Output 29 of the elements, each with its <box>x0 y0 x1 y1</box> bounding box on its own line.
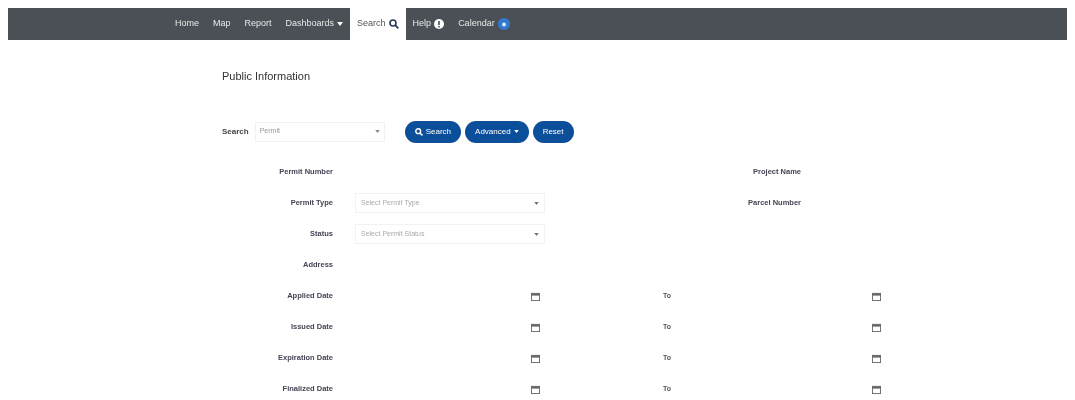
action-button[interactable]: Reset <box>532 120 574 143</box>
calendar-icon[interactable] <box>872 291 882 301</box>
calendar-icon[interactable] <box>872 353 882 363</box>
action-button[interactable]: Advanced <box>465 120 529 143</box>
calendar-icon[interactable] <box>531 322 540 332</box>
calendar-icon[interactable] <box>531 291 540 301</box>
nav-tab[interactable]: Report <box>237 8 279 40</box>
calendar-icon[interactable] <box>872 384 882 394</box>
nav-tab[interactable]: Map <box>206 8 238 40</box>
calendar-icon[interactable] <box>531 384 540 394</box>
calendar-icon[interactable] <box>531 353 540 363</box>
nav-tab[interactable]: Help <box>405 8 452 40</box>
caret-icon <box>513 130 519 133</box>
caret-icon <box>337 22 344 26</box>
help-icon <box>434 19 445 29</box>
caret-icon <box>534 201 539 205</box>
calendar-icon[interactable] <box>872 322 882 332</box>
nav-tab[interactable]: Calendar <box>451 8 517 40</box>
search-icon <box>388 19 399 29</box>
action-button[interactable]: Search <box>404 120 462 143</box>
nav-tab[interactable]: Search <box>350 6 406 42</box>
badge-icon <box>497 18 510 30</box>
search-label: Search <box>222 125 249 138</box>
nav-tab[interactable]: Home <box>168 8 206 40</box>
search-icon <box>414 127 423 136</box>
nav-tab[interactable]: Dashboards <box>278 8 351 40</box>
page-title: Public Information <box>222 69 312 84</box>
caret-icon <box>374 130 380 133</box>
caret-icon <box>534 232 539 236</box>
